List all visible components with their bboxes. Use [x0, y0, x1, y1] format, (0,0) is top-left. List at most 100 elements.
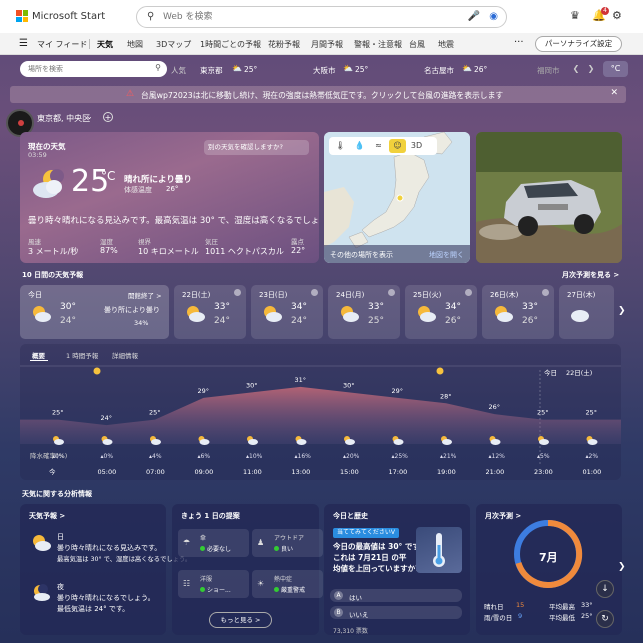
city-prev-arrow-icon[interactable]: ❮: [570, 63, 582, 75]
tip-title: アウトドア: [274, 535, 305, 542]
raindrop-icon[interactable]: 💧: [351, 139, 368, 153]
today-end-link[interactable]: 開館終了 >: [128, 290, 162, 300]
chevron-right-icon[interactable]: ❯: [618, 562, 626, 572]
hourly-rain-value: ▴2%: [586, 453, 599, 460]
card-title[interactable]: 天気予報 >: [29, 511, 65, 521]
hourly-time-label: 07:00: [146, 468, 165, 476]
nav-hourly-forecast[interactable]: 1時間ごとの予報: [200, 39, 261, 50]
hourly-temp-label: 31°: [295, 376, 307, 384]
close-icon[interactable]: ✕: [610, 88, 618, 98]
humidity-value: 87%: [100, 246, 118, 255]
nav-typhoon[interactable]: 台風: [409, 39, 425, 50]
visibility-label: 視界: [138, 238, 151, 246]
city-name-nagoya[interactable]: 名古屋市: [424, 65, 454, 76]
dewpoint-value: 22°: [291, 246, 306, 255]
typhoon-alert-banner[interactable]: ⚠ 台風wp72023は北に移動し続け、現在の強度は熱帯低気圧です。クリックして…: [10, 86, 626, 103]
answer-option-a[interactable]: A はい: [330, 589, 462, 602]
current-weather-card[interactable]: 現在の天気 03:59 別の天気を確認しますか? 25 °C 晴れ所により曇り …: [20, 132, 319, 263]
temperature-unit-toggle[interactable]: °C: [603, 61, 628, 77]
nav-warnings[interactable]: 警報・注意報: [354, 39, 402, 50]
chevron-right-icon[interactable]: ❯: [618, 306, 626, 316]
city-next-arrow-icon[interactable]: ❯: [585, 63, 597, 75]
nav-map[interactable]: 地図: [127, 39, 143, 50]
day-low: 24°: [60, 316, 76, 326]
visibility-value: 10 キロメートル: [138, 247, 199, 256]
day-name: 23日(日): [259, 291, 288, 299]
more-menu-icon[interactable]: ···: [514, 37, 524, 48]
hourly-chart-group: 25°▴0%今24°▴0%05:0025°▴4%07:0029°▴6%09:00…: [20, 367, 621, 476]
day-card[interactable]: 27日(木): [559, 285, 614, 339]
city-search-input[interactable]: [28, 63, 148, 75]
map-footer: その他の場所を表示 地図を開く: [324, 245, 470, 263]
hourly-time-label: 01:00: [583, 468, 602, 476]
hourly-temp-label: 25°: [537, 409, 549, 417]
cloudy-icon: [571, 310, 589, 322]
cloud-icon: [539, 439, 549, 445]
hourly-temp-label: 29°: [198, 387, 210, 395]
day-card[interactable]: 26日(木) 33° 26°: [482, 285, 554, 339]
other-weather-chip[interactable]: 別の天気を確認しますか?: [204, 140, 309, 155]
tip-umbrella[interactable]: ☂ 傘 必要なし: [178, 529, 249, 557]
trophy-icon[interactable]: ♛: [570, 9, 580, 22]
web-search-box[interactable]: ⚲ 🎤 ◉: [136, 6, 507, 28]
weather-forecast-card[interactable]: 天気予報 > 日 曇り時々晴れになる見込みです。 最高気温は 30° で、湿度は…: [20, 504, 191, 635]
day-card[interactable]: 22日(土) 33° 24°: [174, 285, 246, 339]
nav-divider: [89, 39, 90, 49]
nav-earthquake[interactable]: 地震: [438, 39, 454, 50]
answer-option-b[interactable]: B いいえ: [330, 606, 462, 619]
day-card[interactable]: 24日(月) 33° 25°: [328, 285, 400, 339]
thermometer-icon[interactable]: 🌡: [332, 139, 349, 153]
humidity-label: 湿度: [100, 238, 113, 246]
monthly-forecast-link[interactable]: 月次予測を見る >: [562, 270, 619, 280]
see-more-button[interactable]: もっと見る >: [209, 612, 272, 628]
nav-pollen[interactable]: 花粉予報: [268, 39, 300, 50]
nav-monthly[interactable]: 月間予報: [311, 39, 343, 50]
day-name: 22日(土): [182, 291, 211, 299]
today-marker: 今日: [544, 368, 557, 377]
nav-weather[interactable]: 天気: [97, 39, 113, 50]
analysis-title: 天気に関する分析情報: [22, 490, 92, 498]
tip-outdoor[interactable]: ♟ アウトドア 良い: [252, 529, 323, 557]
city-name-tokyo[interactable]: 東京都: [200, 65, 223, 76]
microsoft-logo-icon: [16, 10, 28, 22]
nav-3d-map[interactable]: 3Dマップ: [156, 39, 191, 50]
add-location-icon[interactable]: +: [103, 112, 113, 122]
gear-icon[interactable]: ⚙: [612, 9, 622, 22]
scroll-down-icon[interactable]: ↓: [596, 580, 614, 598]
microsoft-start-logo[interactable]: Microsoft Start: [16, 10, 105, 22]
ten-day-title: 10 日間の天気予報: [22, 271, 84, 279]
location-name[interactable]: 東京都, 中央区: [37, 113, 90, 124]
chevron-down-icon[interactable]: ⌄: [86, 112, 93, 121]
day-card-today[interactable]: 今日 開館終了 > 30° 24° 曇り所により曇り 34%: [20, 285, 169, 339]
refresh-icon[interactable]: ↻: [596, 610, 614, 628]
city-name-fukuoka[interactable]: 福岡市: [537, 65, 560, 76]
personalize-button[interactable]: パーソナライズ設定: [535, 36, 622, 52]
web-search-input[interactable]: [163, 10, 443, 24]
hamburger-menu-icon[interactable]: ☰: [19, 38, 28, 49]
map-3d-button[interactable]: 3D: [408, 139, 425, 153]
partly-sunny-icon: [33, 535, 51, 551]
mic-icon[interactable]: 🎤: [468, 11, 480, 22]
open-map-link[interactable]: 地図を開く: [429, 250, 464, 260]
promo-image-card[interactable]: [476, 132, 622, 263]
wind-icon[interactable]: ≈: [370, 139, 387, 153]
thermometer-image: [416, 527, 462, 573]
partly-sunny-icon: [495, 306, 513, 322]
camera-icon[interactable]: ◉: [489, 11, 498, 22]
nav-my-feed[interactable]: マイ フィード: [37, 39, 87, 50]
tip-clothing[interactable]: ☷ 洋服 ショー...: [178, 570, 249, 598]
hourly-temp-label: 29°: [392, 387, 404, 395]
option-text: はい: [349, 594, 362, 602]
city-name-osaka[interactable]: 大阪市: [313, 65, 336, 76]
vote-count: 73,310 票数: [333, 628, 368, 635]
other-places-link[interactable]: その他の場所を表示: [330, 250, 393, 260]
weather-map-card[interactable]: 🌡 💧 ≈ ☺ 3D その他の場所を表示 地図を開く: [324, 132, 470, 263]
hourly-temp-label: 30°: [246, 381, 258, 389]
tip-heatstroke[interactable]: ☀ 熱中症 厳重警戒: [252, 570, 323, 598]
day-line-1: 曇り時々晴れになる見込みです。: [57, 544, 162, 552]
day-card[interactable]: 23日(日) 34° 24°: [251, 285, 323, 339]
pressure-label: 気圧: [205, 238, 218, 246]
forecast-smile-icon[interactable]: ☺: [389, 139, 406, 153]
city-search-box[interactable]: ⚲: [20, 61, 167, 77]
day-card[interactable]: 25日(火) 34° 26°: [405, 285, 477, 339]
